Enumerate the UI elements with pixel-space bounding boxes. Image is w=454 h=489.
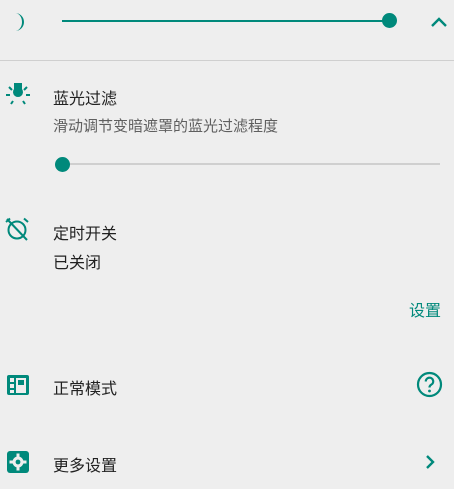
bulb-icon — [6, 83, 30, 105]
moon-icon — [15, 13, 24, 31]
blue-light-slider-thumb[interactable] — [55, 157, 70, 172]
timer-settings-button[interactable]: 设置 — [409, 297, 441, 321]
gear-icon — [7, 451, 29, 473]
timer-title: 定时开关 — [53, 224, 118, 243]
dim-slider-thumb[interactable] — [382, 13, 397, 28]
blue-light-slider-track[interactable] — [62, 163, 440, 165]
dim-slider-track[interactable] — [62, 20, 390, 22]
more-settings-label[interactable]: 更多设置 — [53, 452, 117, 476]
blue-light-subtitle: 滑动调节变暗遮罩的蓝光过滤程度 — [53, 117, 279, 135]
mode-grid-icon — [7, 375, 29, 395]
divider — [0, 60, 454, 61]
normal-mode-label[interactable]: 正常模式 — [53, 375, 117, 399]
alarm-off-icon — [5, 217, 29, 241]
chevron-up-icon[interactable] — [426, 10, 452, 34]
chevron-right-icon[interactable] — [420, 451, 440, 473]
timer-status: 已关闭 — [53, 253, 102, 272]
blue-light-title: 蓝光过滤 — [53, 89, 118, 108]
help-icon[interactable] — [416, 371, 443, 398]
top-bar — [0, 0, 454, 60]
